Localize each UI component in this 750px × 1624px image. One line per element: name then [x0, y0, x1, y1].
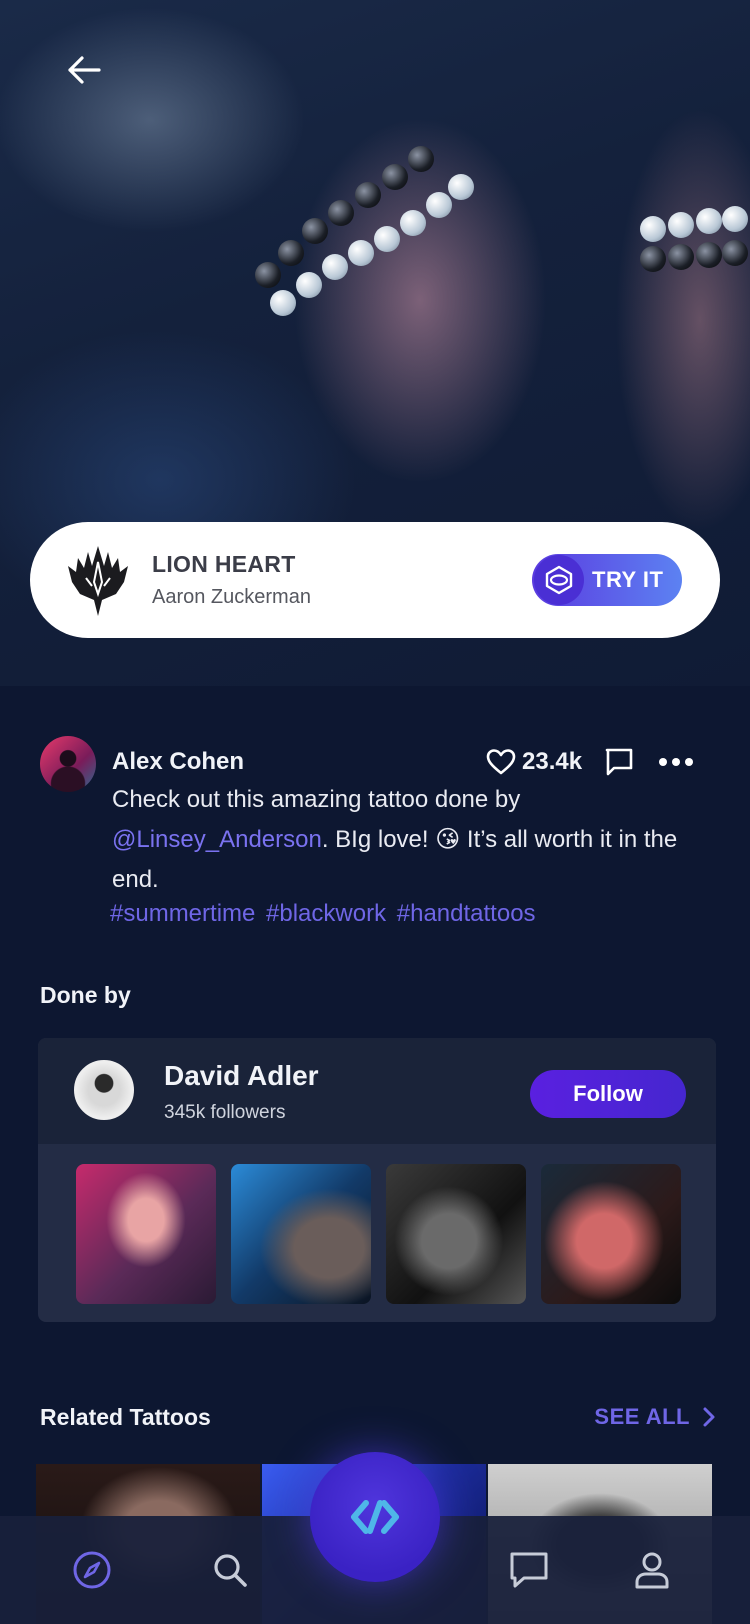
back-button[interactable] [62, 48, 106, 92]
more-options-button[interactable] [658, 757, 694, 767]
artist-name[interactable]: David Adler [164, 1060, 319, 1092]
bracelet-bead [270, 290, 296, 316]
bracelet-bead [348, 240, 374, 266]
bracelet-bead [302, 218, 328, 244]
try-on-icon [534, 555, 584, 605]
arrow-left-icon [68, 56, 101, 84]
bracelet-bead [322, 254, 348, 280]
bracelet-bead [400, 210, 426, 236]
hashtag-link[interactable]: #handtattoos [397, 900, 536, 927]
heart-icon [486, 749, 516, 775]
bracelet-bead [448, 174, 474, 200]
portfolio-thumbnail[interactable] [541, 1164, 681, 1304]
bracelet-bead [328, 200, 354, 226]
more-dots-icon [659, 758, 694, 766]
caption-text: Check out this amazing tattoo done by [112, 786, 521, 813]
see-all-label: SEE ALL [594, 1404, 690, 1429]
compass-icon [73, 1551, 111, 1589]
hero-image: LION HEART Aaron Zuckerman TRY IT [0, 0, 750, 686]
bracelet-bead [408, 146, 434, 172]
author-avatar[interactable] [40, 736, 96, 792]
bracelet-bead [278, 240, 304, 266]
post-caption: Check out this amazing tattoo done by @L… [112, 780, 692, 900]
center-action-button[interactable] [310, 1452, 440, 1582]
tab-profile[interactable] [624, 1542, 680, 1598]
bracelet-bead [255, 262, 281, 288]
bracelet-bead [374, 226, 400, 252]
try-it-button[interactable]: TRY IT [532, 554, 682, 606]
bracelet-bead [722, 240, 748, 266]
artist-portfolio [76, 1164, 681, 1304]
like-button[interactable]: 23.4k [486, 748, 582, 776]
design-title: LION HEART [152, 551, 296, 577]
tab-messages[interactable] [501, 1542, 557, 1598]
bracelet-bead [668, 212, 694, 238]
portfolio-thumbnail[interactable] [386, 1164, 526, 1304]
bracelet-bead [696, 208, 722, 234]
artist-followers: 345k followers [164, 1102, 286, 1123]
bracelet-bead [640, 246, 666, 272]
bracelet-bead [640, 216, 666, 242]
bracelet-bead [722, 206, 748, 232]
bracelet-bead [668, 244, 694, 270]
tab-search[interactable] [202, 1542, 258, 1598]
hashtags: #summertime #blackwork #handtattoos [110, 900, 540, 928]
profile-icon [635, 1552, 669, 1589]
done-by-title: Done by [40, 982, 131, 1008]
logo-icon [351, 1500, 399, 1534]
bracelet-bead [296, 272, 322, 298]
try-it-label: TRY IT [592, 567, 664, 592]
post-actions: 23.4k [486, 740, 694, 784]
mention-link[interactable]: @Linsey_Anderson [112, 826, 322, 853]
see-all-link[interactable]: SEE ALL [594, 1404, 716, 1430]
author-name[interactable]: Alex Cohen [112, 748, 244, 776]
chat-icon [510, 1552, 548, 1588]
artist-avatar[interactable] [74, 1060, 134, 1120]
portfolio-thumbnail[interactable] [231, 1164, 371, 1304]
bracelet-bead [426, 192, 452, 218]
search-icon [214, 1554, 247, 1587]
design-artist: Aaron Zuckerman [152, 586, 311, 608]
phoenix-logo-icon [68, 546, 128, 616]
hashtag-link[interactable]: #blackwork [266, 900, 386, 927]
design-card[interactable]: LION HEART Aaron Zuckerman TRY IT [30, 522, 720, 638]
comment-icon [605, 748, 633, 776]
follow-button[interactable]: Follow [530, 1070, 686, 1118]
bracelet-bead [696, 242, 722, 268]
hashtag-link[interactable]: #summertime [110, 900, 255, 927]
like-count: 23.4k [522, 748, 583, 775]
artist-card: David Adler 345k followers Follow [38, 1038, 716, 1322]
bracelet-bead [355, 182, 381, 208]
portfolio-thumbnail[interactable] [76, 1164, 216, 1304]
bracelet-bead [382, 164, 408, 190]
related-title: Related Tattoos [40, 1404, 211, 1430]
chevron-right-icon [703, 1407, 715, 1427]
comment-button[interactable] [604, 747, 634, 777]
tab-explore[interactable] [64, 1542, 120, 1598]
